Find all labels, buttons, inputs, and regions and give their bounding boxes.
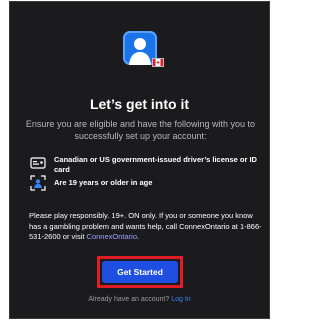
login-prompt: Already have an account? Log In [10, 296, 269, 303]
disclaimer-end: . [137, 232, 140, 241]
connexontario-link[interactable]: ConnexOntario [87, 232, 137, 241]
age-scan-icon [30, 175, 46, 191]
highlight-outline: Get Started [97, 256, 183, 288]
disclaimer-text: Please play responsibly. 19+. ON only. I… [29, 211, 262, 241]
requirement-item-age: Are 19 years or older in age [30, 175, 260, 191]
id-card-icon [30, 155, 46, 171]
get-started-button[interactable]: Get Started [102, 261, 178, 283]
page-title: Let’s get into it [89, 96, 190, 112]
page-subtitle: Ensure you are eligible and have the fol… [25, 119, 256, 141]
canada-flag-icon [152, 58, 164, 67]
requirement-item-id: Canadian or US government-issued driver’… [30, 155, 260, 175]
login-prompt-text: Already have an account? [88, 296, 170, 303]
responsible-gambling-notice: Please play responsibly. 19+. ON only. I… [29, 211, 265, 243]
requirement-label: Canadian or US government-issued driver’… [54, 155, 257, 174]
requirement-label: Are 19 years or older in age [54, 178, 153, 187]
onboarding-panel: Let’s get into it Ensure you are eligibl… [9, 1, 270, 319]
log-in-link[interactable]: Log In [171, 296, 190, 303]
